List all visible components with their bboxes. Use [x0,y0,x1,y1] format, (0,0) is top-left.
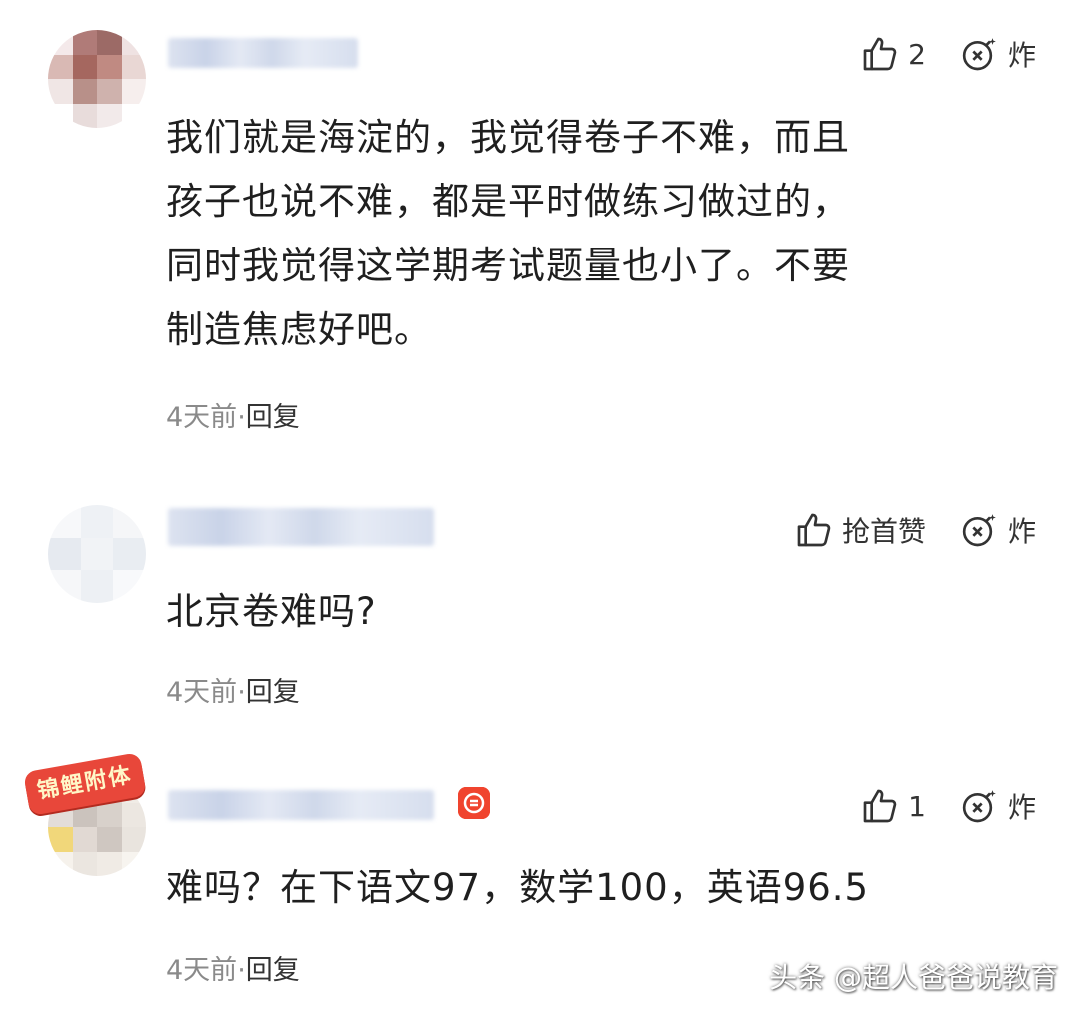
timestamp: 4天前 [166,402,238,433]
bomb-label: 炸 [1007,515,1036,548]
comment-text-line: 同时我觉得这学期考试题量也小了。不要 [166,244,850,287]
watermark: 头条 @超人爸爸说教育 [769,961,1058,994]
avatar[interactable] [48,505,146,603]
like-count: 2 [908,37,926,71]
thumbs-up-icon [797,513,831,547]
thumbs-up-icon [863,37,897,71]
meta-separator: · [237,955,246,986]
timestamp: 4天前 [166,955,238,986]
thumbs-up-icon [863,789,897,823]
reply-link[interactable]: 回复 [246,955,300,986]
like-count: 抢首赞 [841,515,926,548]
like-count: 1 [908,789,926,823]
comment-text-line: 制造焦虑好吧。 [166,308,432,351]
like-button[interactable]: 1 [860,786,926,826]
comment-text-line: 难吗？在下语文97，数学100，英语96.5 [166,866,870,909]
comment-actions: 1 炸 [860,784,1036,828]
bomb-button[interactable]: 炸 [960,34,1036,74]
comment-meta: 4天前·回复 [166,670,300,709]
comment-text: 北京卷难吗? [166,580,1046,644]
comment-text-line: 我们就是海淀的，我觉得卷子不难，而且 [166,116,850,159]
avatar[interactable] [48,30,146,128]
vip-badge-icon [458,787,490,819]
timestamp: 4天前 [166,677,238,708]
like-button[interactable]: 抢首赞 [794,510,926,550]
comment-text: 我们就是海淀的，我觉得卷子不难，而且 孩子也说不难，都是平时做练习做过的， 同时… [166,106,1046,362]
like-button[interactable]: 2 [860,34,926,74]
bomb-icon [962,38,996,71]
username-blurred[interactable] [168,790,434,820]
bomb-icon [962,514,996,547]
username-blurred[interactable] [168,508,434,546]
bomb-button[interactable]: 炸 [960,510,1036,550]
comment-actions: 2 炸 [860,32,1036,76]
bomb-icon [962,790,996,823]
bomb-label: 炸 [1007,791,1036,824]
bomb-button[interactable]: 炸 [960,786,1036,826]
comment-meta: 4天前·回复 [166,948,300,987]
bomb-label: 炸 [1007,39,1036,72]
meta-separator: · [237,677,246,708]
comment-actions: 抢首赞 炸 [794,508,1036,552]
comment-text-line: 北京卷难吗? [166,590,377,633]
reply-link[interactable]: 回复 [246,402,300,433]
comment-meta: 4天前·回复 [166,395,300,434]
comment-text-line: 孩子也说不难，都是平时做练习做过的， [166,180,850,223]
username-blurred[interactable] [168,38,358,68]
meta-separator: · [237,402,246,433]
comment-text: 难吗？在下语文97，数学100，英语96.5 [166,856,1046,920]
reply-link[interactable]: 回复 [246,677,300,708]
